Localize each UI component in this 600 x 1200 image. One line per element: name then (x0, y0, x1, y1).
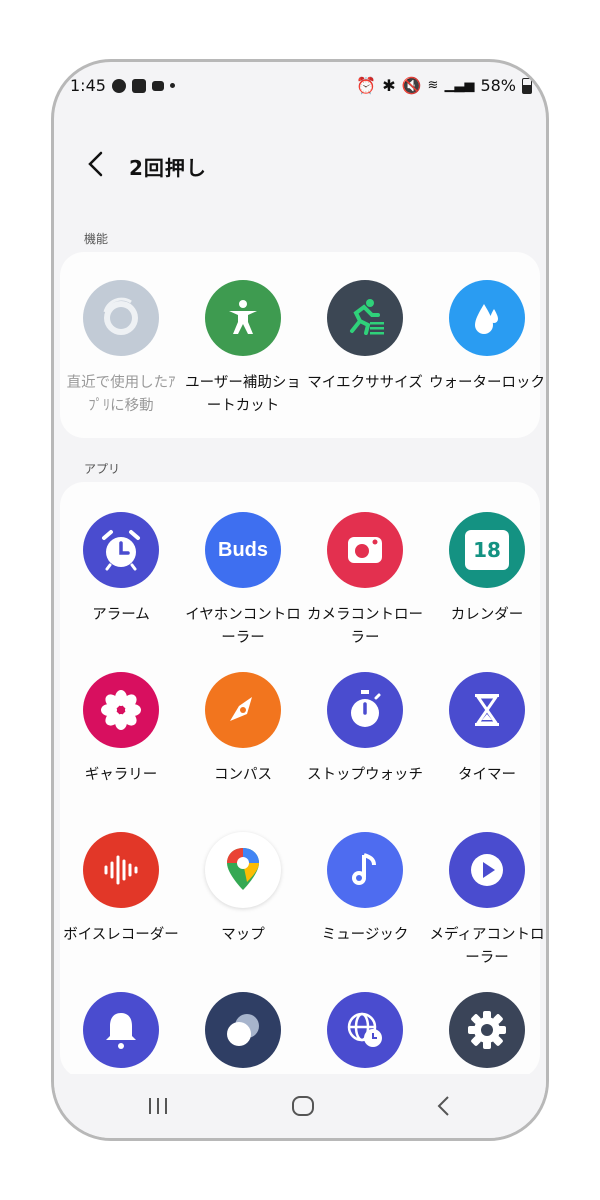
apps-item-music[interactable]: ミュージック (304, 832, 426, 992)
modes-icon (205, 992, 281, 1068)
wifi-icon: ≋ (427, 78, 439, 93)
water-drop-icon (449, 280, 525, 356)
apps-item-label: ボイスレコーダー (63, 927, 179, 943)
battery-text: 58% (480, 76, 516, 95)
apps-item-camera[interactable]: カメラコントローラー (304, 512, 426, 672)
apps-item-maps[interactable]: マップ (182, 832, 304, 992)
apps-section-label: アプリ (84, 462, 121, 476)
mute-icon: 🔇 (401, 76, 422, 95)
apps-item-voice-recorder[interactable]: ボイスレコーダー (60, 832, 182, 992)
features-section-label: 機能 (84, 232, 109, 246)
compass-icon (205, 672, 281, 748)
apps-item-label: メディアコントローラー (429, 927, 545, 966)
apps-item-label: アラーム (92, 607, 150, 623)
camera-icon (327, 512, 403, 588)
apps-item-label: イヤホンコントローラー (185, 607, 301, 646)
features-item-label: ウォーターロック (429, 375, 545, 391)
features-item-exercise[interactable]: マイエクササイズ (304, 280, 426, 440)
apps-panel: アラーム Buds イヤホンコントローラー カメラコントローラー 18 カレンダーギャラリ… (60, 482, 544, 1078)
maps-icon (205, 832, 281, 908)
apps-item-media-controller[interactable]: メディアコントローラー (426, 832, 546, 992)
alarm-icon (83, 512, 159, 588)
features-grid: 直近で使用したｱﾌﾟﾘに移動 ユーザー補助ショートカット マイエクササイズ ウォーター… (60, 280, 545, 440)
phone-frame: 1:45 ⏰ ✱ 🔇 ≋ ▁▃▅ 58% 2回押し 機能 直近で使用したｱﾌﾟﾘ… (51, 59, 549, 1141)
battery-icon (522, 77, 532, 94)
apps-item-label: カレンダー (450, 607, 524, 623)
accessibility-icon (205, 280, 281, 356)
recent-apps-icon (83, 280, 159, 356)
features-item-recent-apps[interactable]: 直近で使用したｱﾌﾟﾘに移動 (60, 280, 182, 440)
header: 2回押し (54, 142, 546, 186)
more-notifications-icon (169, 83, 175, 88)
back-nav-icon[interactable] (430, 1092, 458, 1120)
megaphone-icon (151, 80, 164, 91)
calendar-icon: 18 (449, 512, 525, 588)
recents-nav-icon[interactable] (144, 1092, 172, 1120)
features-item-label: マイエクササイズ (307, 375, 423, 391)
apps-item-label: カメラコントローラー (307, 607, 423, 646)
apps-item-label: ストップウォッチ (307, 767, 423, 783)
back-arrow-icon[interactable] (84, 150, 108, 178)
alarm-status-icon: ⏰ (356, 76, 377, 95)
exercise-icon (327, 280, 403, 356)
features-item-label: ユーザー補助ショートカット (185, 375, 301, 414)
features-item-water-drop[interactable]: ウォーターロック (426, 280, 546, 440)
home-nav-icon[interactable] (289, 1092, 317, 1120)
calendar-date: 18 (473, 538, 501, 562)
settings-icon (449, 992, 525, 1068)
page-title: 2回押し (129, 156, 207, 180)
apps-item-alarm[interactable]: アラーム (60, 512, 182, 672)
notification-icon (111, 78, 126, 93)
features-item-accessibility[interactable]: ユーザー補助ショートカット (182, 280, 304, 440)
gallery-icon (83, 672, 159, 748)
apps-item-label: ミュージック (321, 927, 409, 943)
features-panel: 直近で使用したｱﾌﾟﾘに移動 ユーザー補助ショートカット マイエクササイズ ウォーター… (60, 252, 545, 440)
apps-item-timer[interactable]: タイマー (426, 672, 546, 832)
status-bar: 1:45 ⏰ ✱ 🔇 ≋ ▁▃▅ 58% (54, 62, 546, 108)
features-item-label: 直近で使用したｱﾌﾟﾘに移動 (66, 375, 176, 414)
apps-item-gallery[interactable]: ギャラリー (60, 672, 182, 832)
music-icon (327, 832, 403, 908)
signal-icon: ▁▃▅ (444, 78, 475, 93)
media-controller-icon (449, 832, 525, 908)
status-time: 1:45 (70, 76, 106, 95)
stopwatch-icon (327, 672, 403, 748)
buds-icon: Buds (205, 512, 281, 588)
apps-item-label: コンパス (214, 767, 272, 783)
buds-text: Buds (218, 538, 268, 561)
navigation-bar (54, 1074, 546, 1138)
timer-icon (449, 672, 525, 748)
apps-item-label: タイマー (458, 767, 516, 783)
apps-item-calendar[interactable]: 18 カレンダー (426, 512, 546, 672)
apps-item-compass[interactable]: コンパス (182, 672, 304, 832)
image-icon (131, 78, 146, 93)
voice-recorder-icon (83, 832, 159, 908)
apps-grid: アラーム Buds イヤホンコントローラー カメラコントローラー 18 カレンダーギャラリ… (60, 512, 544, 1138)
apps-item-buds[interactable]: Buds イヤホンコントローラー (182, 512, 304, 672)
bell-icon (83, 992, 159, 1068)
apps-item-label: ギャラリー (84, 767, 158, 783)
apps-item-label: マップ (221, 927, 265, 943)
apps-item-stopwatch[interactable]: ストップウォッチ (304, 672, 426, 832)
bluetooth-icon: ✱ (382, 76, 396, 95)
world-clock-icon (327, 992, 403, 1068)
